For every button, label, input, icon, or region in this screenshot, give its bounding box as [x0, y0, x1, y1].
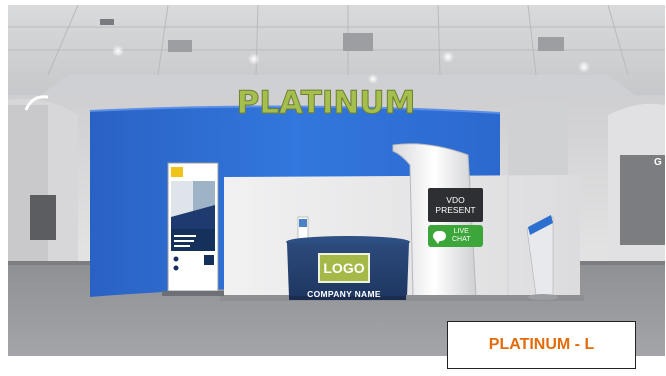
booth-tier-sign: PLATINUM: [237, 85, 416, 121]
vdo-present-button[interactable]: VDO PRESENT: [428, 188, 483, 222]
vdo-present-line1: VDO: [446, 195, 465, 205]
counter-logo: LOGO: [318, 253, 370, 283]
live-chat-button[interactable]: LIVE CHAT: [428, 225, 483, 247]
live-chat-line1: LIVE: [453, 228, 469, 235]
side-doorway: [620, 155, 665, 245]
hall-kiosk-left: [30, 195, 56, 240]
security-camera-icon: [100, 19, 114, 25]
booth-size-caption: PLATINUM - L: [447, 321, 636, 369]
live-chat-line2: CHAT: [452, 236, 471, 243]
vdo-present-line2: PRESENT: [435, 205, 476, 215]
booth-preview: G PLATINUM LOGO COMPANY NAME VDO PRESENT…: [0, 0, 666, 376]
chat-bubble-icon: [433, 231, 446, 244]
company-name-label: COMPANY NAME: [307, 289, 381, 299]
virtual-exhibition-hall: G PLATINUM LOGO COMPANY NAME VDO PRESENT…: [8, 5, 665, 356]
roll-up-banner: [162, 162, 224, 296]
svg-text:G: G: [654, 157, 662, 168]
hall-scene: G PLATINUM: [8, 5, 665, 356]
